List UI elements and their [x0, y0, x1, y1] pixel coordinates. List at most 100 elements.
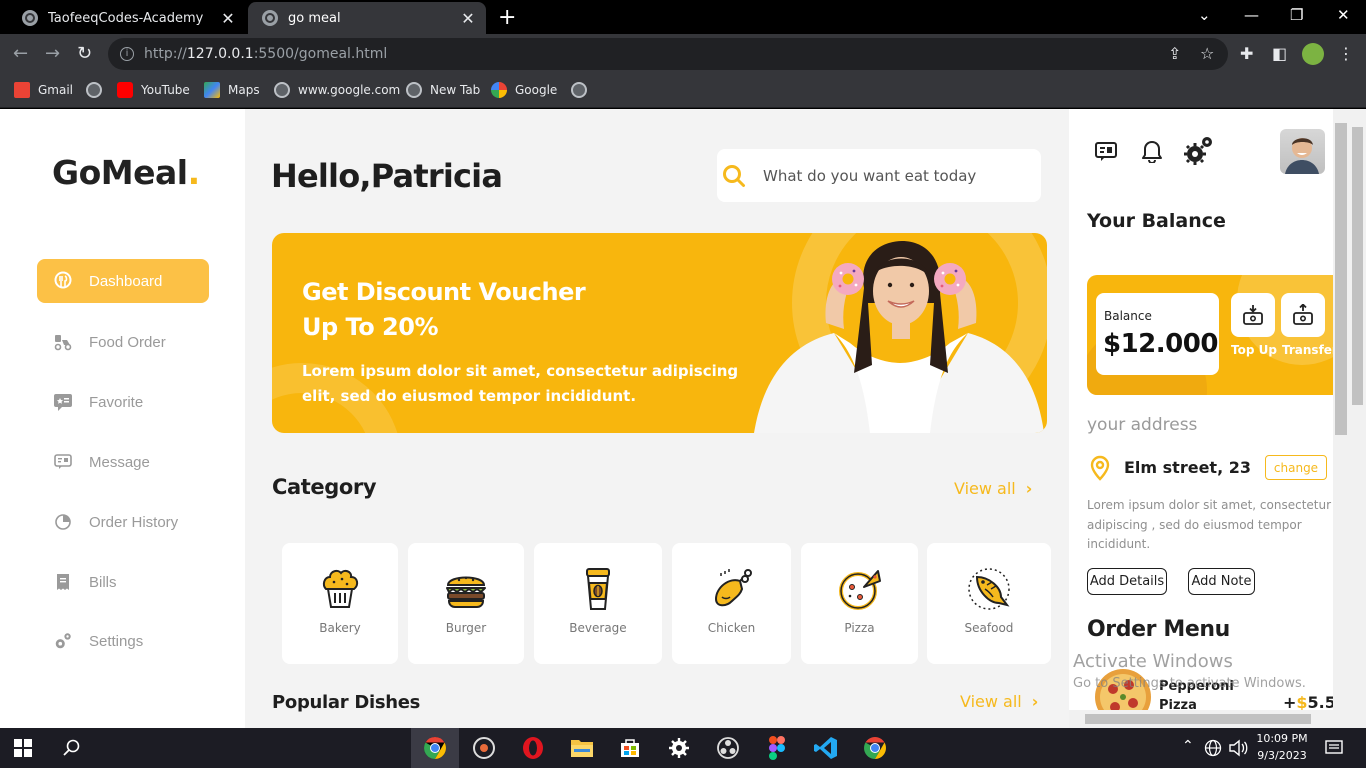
bookmark-globe[interactable] [571, 82, 595, 98]
scrollbar-thumb[interactable] [1352, 127, 1363, 405]
category-label: Chicken [707, 621, 756, 635]
bookmark-globe[interactable] [86, 82, 110, 98]
app-logo[interactable]: GoMeal. [52, 153, 200, 192]
sidebar-item-favorite[interactable]: Favorite [37, 380, 209, 424]
search-input[interactable] [763, 166, 1013, 185]
reload-button[interactable]: ↻ [77, 43, 92, 64]
sidebar-item-dashboard[interactable]: Dashboard [37, 259, 209, 303]
page-scrollbar[interactable] [1349, 109, 1366, 728]
browser-tab-active[interactable]: go meal ✕ [248, 2, 486, 34]
category-view-all-link[interactable]: View all › [954, 479, 1032, 498]
order-history-icon [53, 512, 73, 532]
sidebar-item-food-order[interactable]: Food Order [37, 320, 209, 364]
sidebar-item-label: Order History [89, 513, 179, 531]
profile-avatar-icon[interactable] [1302, 43, 1324, 65]
search-bar[interactable] [717, 149, 1041, 202]
forward-button[interactable]: → [45, 43, 60, 64]
globe-icon [86, 82, 102, 98]
view-all-label: View all [960, 692, 1022, 711]
top-up-button[interactable] [1231, 293, 1275, 337]
scrollbar-thumb[interactable] [1085, 714, 1311, 724]
sidebar-item-message[interactable]: Message [37, 440, 209, 484]
chevron-right-icon: › [1031, 692, 1039, 711]
close-tab-icon[interactable]: ✕ [458, 9, 478, 28]
taskbar-chrome-icon-2[interactable] [851, 728, 899, 768]
sidebar-item-settings[interactable]: Settings [37, 619, 209, 663]
menu-icon[interactable]: ⋮ [1338, 44, 1354, 63]
extensions-icon[interactable]: ✚ [1240, 44, 1253, 63]
restore-button[interactable]: ❐ [1290, 6, 1303, 24]
close-tab-icon[interactable]: ✕ [218, 9, 238, 28]
category-card-chicken[interactable]: Chicken [672, 543, 791, 664]
side-panel-icon[interactable]: ◧ [1272, 44, 1287, 63]
sidebar-item-bills[interactable]: Bills [37, 560, 209, 604]
category-card-pizza[interactable]: Pizza [801, 543, 918, 664]
add-note-button[interactable]: Add Note [1188, 568, 1255, 595]
promo-banner[interactable]: Get Discount Voucher Up To 20% Lorem ips… [272, 233, 1047, 433]
youtube-icon [117, 82, 133, 98]
sidebar-item-order-history[interactable]: Order History [37, 500, 209, 544]
taskbar-vscode-icon[interactable] [802, 728, 850, 768]
transfer-button[interactable] [1281, 293, 1325, 337]
notification-center-icon[interactable] [1325, 739, 1343, 757]
taskbar-store-icon[interactable] [606, 728, 654, 768]
back-button[interactable]: ← [13, 43, 28, 64]
category-card-beverage[interactable]: Beverage [534, 543, 662, 664]
user-avatar[interactable] [1280, 129, 1325, 174]
tab-search-icon[interactable]: ⌄ [1198, 6, 1211, 24]
share-icon[interactable]: ⇪ [1168, 44, 1181, 63]
bookmark-star-icon[interactable]: ☆ [1200, 44, 1214, 63]
taskbar-settings-icon[interactable] [655, 728, 703, 768]
clock-date[interactable]: 9/3/2023 [1254, 749, 1310, 762]
address-bar[interactable]: i http://127.0.0.1:5500/gomeal.html [108, 38, 1228, 70]
favorite-icon [53, 392, 73, 412]
site-info-icon[interactable]: i [120, 47, 134, 61]
bookmark-google[interactable]: Google [491, 82, 557, 98]
globe-icon [274, 82, 290, 98]
volume-icon[interactable] [1228, 739, 1248, 757]
message-icon [53, 452, 73, 472]
bookmark-gmail[interactable]: Gmail [14, 82, 73, 98]
search-icon[interactable] [63, 739, 81, 757]
bell-icon[interactable] [1141, 139, 1163, 163]
bookmark-label: Google [515, 83, 558, 97]
change-address-button[interactable]: change [1265, 455, 1327, 480]
clock-time[interactable]: 10:09 PM [1254, 732, 1310, 745]
category-card-burger[interactable]: Burger [408, 543, 524, 664]
taskbar-obs-icon[interactable] [704, 728, 752, 768]
bookmark-maps[interactable]: Maps [204, 82, 260, 98]
browser-tab-strip: TaofeeqCodes-Academy ✕ go meal ✕ + ⌄ — ❐… [0, 0, 1366, 34]
scrollbar-thumb[interactable] [1335, 123, 1347, 435]
network-globe-icon[interactable] [1204, 739, 1222, 757]
category-card-seafood[interactable]: Seafood [927, 543, 1051, 664]
tray-chevron-up-icon[interactable]: ⌃ [1182, 738, 1194, 754]
bookmark-new-tab[interactable]: New Tab [406, 82, 480, 98]
top-up-label[interactable]: Top Up [1231, 343, 1277, 357]
maps-icon [204, 82, 220, 98]
category-card-bakery[interactable]: Bakery [282, 543, 398, 664]
windows-start-icon[interactable] [14, 739, 32, 757]
settings-gear-icon[interactable] [1183, 134, 1215, 166]
globe-icon [571, 82, 587, 98]
category-heading: Category [272, 475, 377, 499]
popular-view-all-link[interactable]: View all › [960, 692, 1038, 711]
panel-scrollbar[interactable] [1333, 109, 1349, 728]
close-window-button[interactable]: ✕ [1337, 6, 1350, 24]
taskbar-media-icon[interactable] [460, 728, 508, 768]
transfer-label[interactable]: Transfer [1282, 343, 1333, 357]
new-tab-button[interactable]: + [498, 5, 516, 30]
chat-icon[interactable] [1094, 140, 1118, 162]
browser-tab[interactable]: TaofeeqCodes-Academy ✕ [8, 2, 246, 34]
taskbar-opera-icon[interactable] [509, 728, 557, 768]
taskbar-chrome-icon[interactable] [411, 728, 459, 768]
bookmark-google-site[interactable]: www.google.com [274, 82, 400, 98]
add-details-button[interactable]: Add Details [1087, 568, 1167, 595]
category-label: Beverage [569, 621, 627, 635]
minimize-button[interactable]: — [1244, 6, 1259, 24]
taskbar-file-explorer-icon[interactable] [558, 728, 606, 768]
horizontal-scrollbar[interactable] [1069, 710, 1333, 728]
page-title: Hello,Patricia [271, 157, 503, 195]
bookmark-youtube[interactable]: YouTube [117, 82, 190, 98]
pizza-icon [838, 570, 881, 610]
taskbar-figma-icon[interactable] [753, 728, 801, 768]
